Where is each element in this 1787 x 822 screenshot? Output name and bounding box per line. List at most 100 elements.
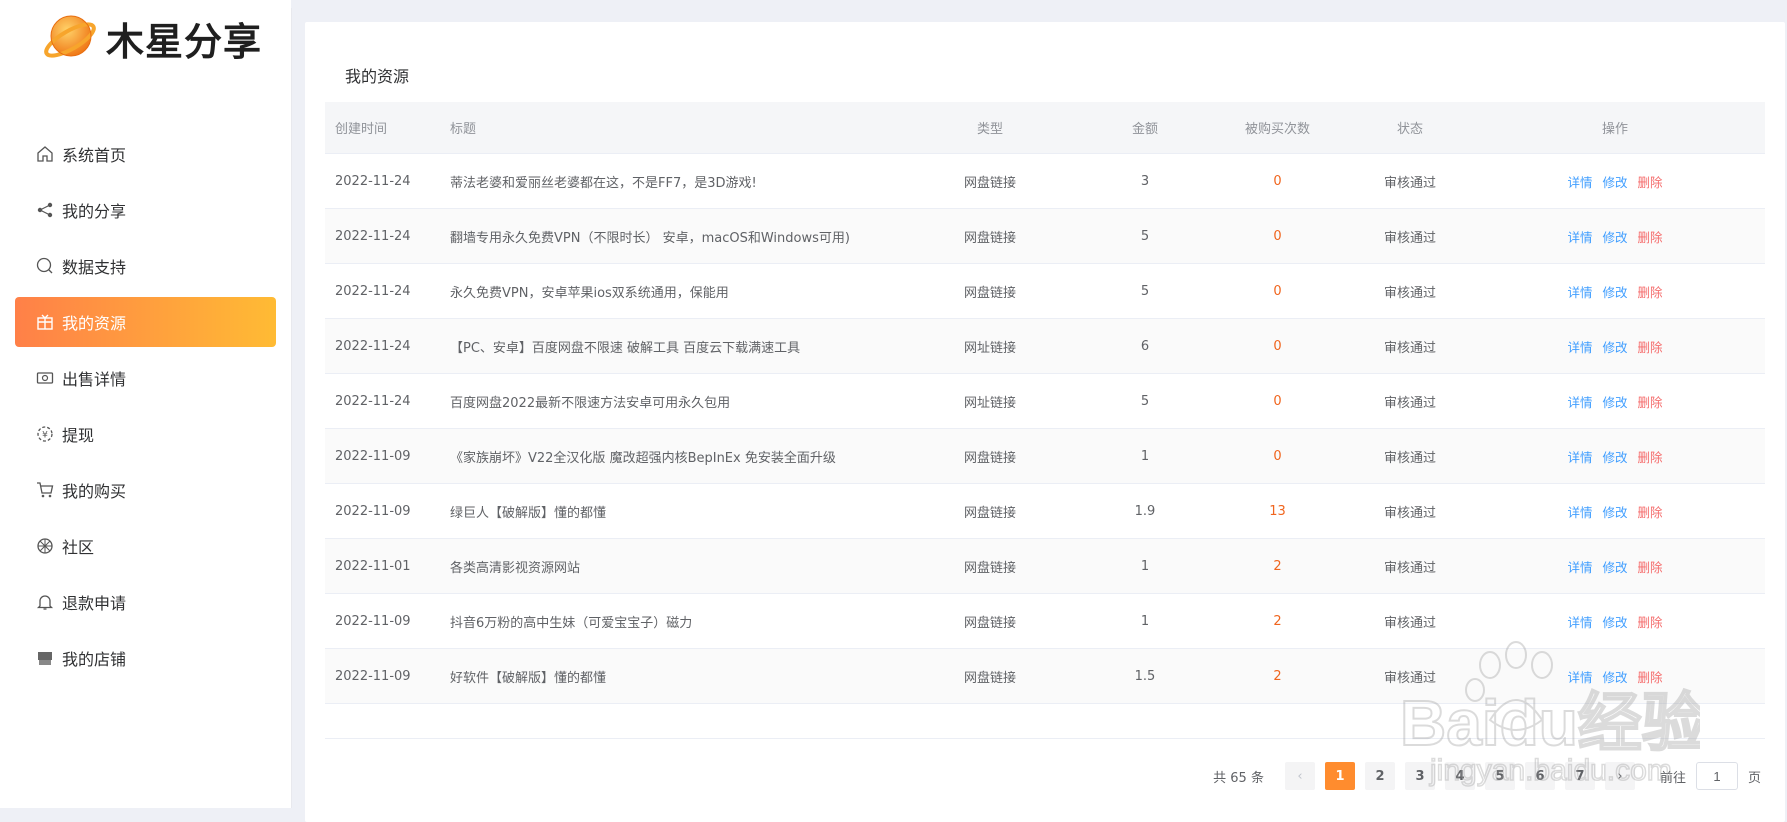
edit-link[interactable]: 修改 bbox=[1602, 557, 1627, 576]
cell-purchase-count: 2 bbox=[1200, 648, 1355, 704]
cell-actions: 详情 修改 删除 bbox=[1465, 373, 1765, 429]
table-row: 2022-11-09 绿巨人【破解版】懂的都懂 网盘链接 1.9 13 审核通过 详情 修改删… bbox=[325, 483, 1765, 539]
cart-icon bbox=[35, 480, 55, 500]
cell-title: 蒂法老婆和爱丽丝老婆都在这，不是FF7，是3D游戏! bbox=[440, 153, 890, 209]
col-created-time: 创建时间 bbox=[325, 102, 440, 154]
cell-type: 网盘链接 bbox=[890, 538, 1090, 594]
bell-icon bbox=[35, 592, 55, 612]
cell-amount: 5 bbox=[1090, 263, 1200, 319]
detail-link[interactable]: 详情 bbox=[1567, 227, 1592, 246]
cell-amount: 3 bbox=[1090, 153, 1200, 209]
sidebar-item-label: 系统首页 bbox=[62, 146, 127, 165]
share-icon bbox=[35, 200, 55, 220]
store-icon bbox=[35, 648, 55, 668]
delete-link[interactable]: 删除 bbox=[1638, 172, 1663, 191]
sidebar-item-label: 提现 bbox=[62, 426, 95, 445]
delete-link[interactable]: 删除 bbox=[1638, 337, 1663, 356]
sidebar-item-sales-detail[interactable]: 出售详情 bbox=[15, 353, 276, 403]
home-icon bbox=[35, 144, 55, 164]
cell-created-time: 2022-11-24 bbox=[325, 208, 440, 264]
detail-link[interactable]: 详情 bbox=[1567, 282, 1592, 301]
col-status: 状态 bbox=[1355, 102, 1465, 154]
grid-icon bbox=[35, 312, 55, 332]
edit-link[interactable]: 修改 bbox=[1602, 227, 1627, 246]
cell-actions: 详情 修改 删除 bbox=[1465, 483, 1765, 539]
detail-link[interactable]: 详情 bbox=[1567, 337, 1592, 356]
cell-actions: 详情 修改 删除 bbox=[1465, 428, 1765, 484]
sidebar-item-data-support[interactable]: 数据支持 bbox=[15, 241, 276, 291]
edit-link[interactable]: 修改 bbox=[1602, 447, 1627, 466]
table-header-row: 创建时间 标题 类型 金额 被购买次数 状态 操作 bbox=[325, 102, 1765, 154]
edit-link[interactable]: 修改 bbox=[1602, 172, 1627, 191]
cell-type: 网盘链接 bbox=[890, 428, 1090, 484]
cell-type: 网盘链接 bbox=[890, 648, 1090, 704]
cell-amount: 1 bbox=[1090, 428, 1200, 484]
cell-created-time: 2022-11-24 bbox=[325, 263, 440, 319]
top-strip bbox=[291, 0, 1787, 8]
cell-status: 审核通过 bbox=[1355, 318, 1465, 374]
cell-title: 永久免费VPN，安卓苹果ios双系统通用，保能用 bbox=[440, 263, 890, 319]
detail-link[interactable]: 详情 bbox=[1567, 502, 1592, 521]
sidebar: 木星分享 系统首页 我的分享 数据支持 我的资源 出售详情 ¥ 提现 我的购买 … bbox=[0, 0, 292, 808]
goto-page-input[interactable] bbox=[1695, 762, 1738, 790]
col-actions: 操作 bbox=[1465, 102, 1765, 154]
page-title: 我的资源 bbox=[345, 67, 410, 86]
table-row: 2022-11-24 【PC、安卓】百度网盘不限速 破解工具 百度云下载满速工具网… bbox=[325, 318, 1765, 374]
sidebar-item-my-store[interactable]: 我的店铺 bbox=[15, 633, 276, 683]
cell-created-time: 2022-11-24 bbox=[325, 153, 440, 209]
cell-created-time: 2022-11-24 bbox=[325, 373, 440, 429]
cell-title: 抖音6万粉的高中生妹（可爱宝宝子）磁力 bbox=[440, 593, 890, 649]
sidebar-item-community[interactable]: 社区 bbox=[15, 521, 276, 571]
cell-created-time: 2022-11-09 bbox=[325, 593, 440, 649]
sidebar-item-withdraw[interactable]: ¥ 提现 bbox=[15, 409, 276, 459]
cell-status: 审核通过 bbox=[1355, 153, 1465, 209]
delete-link[interactable]: 删除 bbox=[1638, 282, 1663, 301]
detail-link[interactable]: 详情 bbox=[1567, 392, 1592, 411]
cell-purchase-count: 0 bbox=[1200, 153, 1355, 209]
sidebar-nav: 系统首页 我的分享 数据支持 我的资源 出售详情 ¥ 提现 我的购买 社区 退款… bbox=[15, 129, 276, 689]
cell-purchase-count: 13 bbox=[1200, 483, 1355, 539]
table-row: 2022-11-24 百度网盘2022最新不限速方法安卓可用永久包用 网址链接 5 0 审… bbox=[325, 373, 1765, 429]
planet-logo-icon bbox=[44, 15, 96, 58]
search-icon bbox=[35, 256, 55, 276]
cell-title: 《家族崩坏》V22全汉化版 魔改超强内核BepInEx 免安装全面升级 bbox=[440, 428, 890, 484]
delete-link[interactable]: 删除 bbox=[1638, 227, 1663, 246]
col-type: 类型 bbox=[890, 102, 1090, 154]
delete-link[interactable]: 删除 bbox=[1638, 447, 1663, 466]
cell-actions: 详情 修改 删除 bbox=[1465, 263, 1765, 319]
cell-type: 网盘链接 bbox=[890, 208, 1090, 264]
sidebar-item-refund[interactable]: 退款申请 bbox=[15, 577, 276, 627]
detail-link[interactable]: 详情 bbox=[1567, 557, 1592, 576]
cell-actions: 详情 修改 删除 bbox=[1465, 153, 1765, 209]
sidebar-item-my-share[interactable]: 我的分享 bbox=[15, 185, 276, 235]
sidebar-item-label: 数据支持 bbox=[62, 258, 127, 277]
cell-purchase-count: 0 bbox=[1200, 318, 1355, 374]
sidebar-item-label: 退款申请 bbox=[62, 594, 127, 613]
cell-type: 网盘链接 bbox=[890, 483, 1090, 539]
delete-link[interactable]: 删除 bbox=[1638, 557, 1663, 576]
sidebar-item-my-purchases[interactable]: 我的购买 bbox=[15, 465, 276, 515]
brand-logo[interactable]: 木星分享 bbox=[42, 8, 262, 68]
edit-link[interactable]: 修改 bbox=[1602, 392, 1627, 411]
cell-type: 网盘链接 bbox=[890, 263, 1090, 319]
cell-created-time: 2022-11-09 bbox=[325, 483, 440, 539]
edit-link[interactable]: 修改 bbox=[1602, 282, 1627, 301]
edit-link[interactable]: 修改 bbox=[1602, 337, 1627, 356]
prev-page-button[interactable]: ‹ bbox=[1284, 762, 1315, 790]
cell-amount: 5 bbox=[1090, 208, 1200, 264]
page-button[interactable]: 1 bbox=[1324, 762, 1355, 790]
detail-link[interactable]: 详情 bbox=[1567, 172, 1592, 191]
col-title: 标题 bbox=[440, 102, 890, 154]
sidebar-item-home[interactable]: 系统首页 bbox=[15, 129, 276, 179]
edit-link[interactable]: 修改 bbox=[1602, 502, 1627, 521]
delete-link[interactable]: 删除 bbox=[1638, 392, 1663, 411]
col-purchase-count: 被购买次数 bbox=[1200, 102, 1355, 154]
detail-link[interactable]: 详情 bbox=[1567, 447, 1592, 466]
sidebar-item-my-resources[interactable]: 我的资源 bbox=[15, 297, 276, 347]
cell-status: 审核通过 bbox=[1355, 428, 1465, 484]
wallet-icon: ¥ bbox=[35, 424, 55, 444]
delete-link[interactable]: 删除 bbox=[1638, 502, 1663, 521]
cell-amount: 5 bbox=[1090, 373, 1200, 429]
cell-title: 绿巨人【破解版】懂的都懂 bbox=[440, 483, 890, 539]
cell-title: 好软件【破解版】懂的都懂 bbox=[440, 648, 890, 704]
